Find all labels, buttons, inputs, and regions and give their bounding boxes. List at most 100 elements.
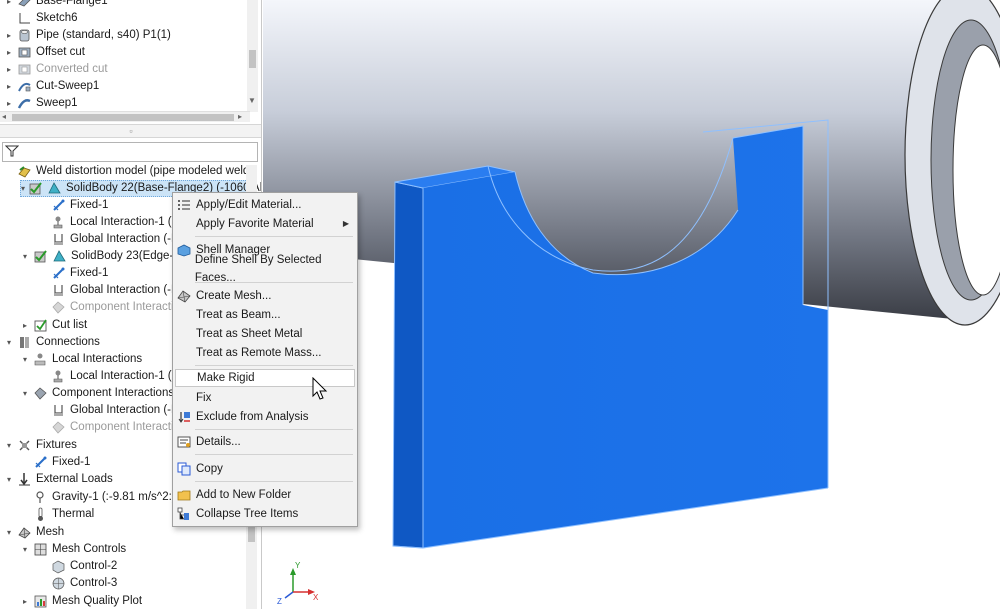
tree-item-label: Thermal xyxy=(52,508,95,520)
tree-item-study[interactable]: ▸ Weld distortion model (pipe modeled we… xyxy=(4,163,253,180)
collapse-arrow-icon[interactable]: ▾ xyxy=(4,524,14,541)
tree-item-external-loads[interactable]: ▾ External Loads xyxy=(4,471,113,488)
tree-item-offset-cut[interactable]: ▸ Offset cut xyxy=(4,44,85,61)
menu-define-shell[interactable]: Define Shell By Selected Faces... xyxy=(175,254,355,284)
menu-add-to-new-folder[interactable]: Add to New Folder xyxy=(175,486,355,504)
graphics-viewport[interactable]: Y X Z xyxy=(263,0,1000,609)
svg-text:Y: Y xyxy=(295,561,301,570)
menu-fix[interactable]: Fix xyxy=(175,389,355,407)
tree-item-thermal[interactable]: ▸ Thermal xyxy=(20,506,94,523)
tree-item-mesh-controls[interactable]: ▾ Mesh Controls xyxy=(20,541,126,558)
collapse-arrow-icon[interactable]: ▾ xyxy=(21,180,25,197)
menu-copy[interactable]: Copy xyxy=(175,460,355,478)
tree-item-sketch6[interactable]: ▸ Sketch6 xyxy=(4,10,78,27)
menu-treat-as-beam[interactable]: Treat as Beam... xyxy=(175,306,355,324)
tree-item-pipe[interactable]: ▸ Pipe (standard, s40) P1(1) xyxy=(4,27,171,44)
tree-item-component-interaction[interactable]: ▸ Component Interaction- xyxy=(38,299,190,316)
tree-item-fixed-1[interactable]: ▸ Fixed-1 xyxy=(38,197,108,214)
tree-item-local-interaction[interactable]: ▸ Local Interaction-1 (-Cor xyxy=(38,214,194,231)
tree-item-fixed-1b[interactable]: ▸ Fixed-1 xyxy=(38,265,108,282)
expand-arrow-icon[interactable]: ▸ xyxy=(4,95,14,112)
tree-item-gravity[interactable]: ▸ Gravity-1 (:-9.81 m/s^2:) xyxy=(20,489,176,506)
menu-treat-as-sheet-metal[interactable]: Treat as Sheet Metal xyxy=(175,325,355,343)
sweep-icon xyxy=(17,96,32,111)
cut-icon xyxy=(17,62,32,77)
expand-arrow-icon[interactable]: ▸ xyxy=(4,61,14,78)
menu-item-label: Treat as Sheet Metal xyxy=(196,328,303,340)
tree-item-mesh-quality-plot[interactable]: ▸ Mesh Quality Plot xyxy=(20,593,142,609)
tree-item-fixtures-fixed-1[interactable]: ▸ Fixed-1 xyxy=(20,454,90,471)
collapse-arrow-icon[interactable]: ▾ xyxy=(4,437,14,454)
expand-arrow-icon[interactable]: ▸ xyxy=(20,593,30,609)
tree-item-label: Sketch6 xyxy=(36,12,78,24)
menu-apply-favorite-material[interactable]: Apply Favorite Material ▶ xyxy=(175,215,355,233)
filter-icon[interactable] xyxy=(4,144,20,161)
tree-item-component-interaction-c[interactable]: ▸ Component Interaction- xyxy=(38,419,190,436)
menu-separator xyxy=(195,454,353,455)
expand-arrow-icon[interactable]: ▸ xyxy=(20,317,30,334)
tree-item-connections[interactable]: ▾ Connections xyxy=(4,334,100,351)
tree-filter-input[interactable] xyxy=(2,142,258,162)
tree-item-base-flange1[interactable]: ▸ Base-Flange1 xyxy=(4,0,108,10)
collapse-arrow-icon[interactable]: ▾ xyxy=(4,334,14,351)
collapse-arrow-icon[interactable]: ▾ xyxy=(20,351,30,368)
gravity-icon xyxy=(33,490,48,505)
fixed-geometry-icon xyxy=(51,266,66,281)
menu-separator xyxy=(195,481,353,482)
solid-body-icon xyxy=(47,181,62,196)
tree-item-label: Offset cut xyxy=(36,46,86,58)
tree-item-cut-sweep1[interactable]: ▸ Cut-Sweep1 xyxy=(4,78,99,95)
scrollbar-thumb[interactable] xyxy=(12,114,234,121)
panel-splitter[interactable]: ▫ xyxy=(0,124,261,138)
mouse-cursor-icon xyxy=(312,377,328,400)
collapse-arrow-icon[interactable]: ▾ xyxy=(20,541,30,558)
tree-item-component-interactions[interactable]: ▾ Component Interactions xyxy=(20,385,174,402)
tree-item-converted-cut[interactable]: ▸ Converted cut xyxy=(4,61,108,78)
menu-create-mesh[interactable]: Create Mesh... xyxy=(175,287,355,305)
expand-arrow-icon[interactable]: ▸ xyxy=(4,27,14,44)
tree-item-sweep1[interactable]: ▸ Sweep1 xyxy=(4,95,78,112)
menu-separator xyxy=(195,236,353,237)
tree-item-cut-list[interactable]: ▸ Cut list xyxy=(20,317,87,334)
menu-make-rigid[interactable]: Make Rigid xyxy=(175,369,355,387)
menu-item-label: Fix xyxy=(196,392,212,404)
cut-list-icon xyxy=(33,318,48,333)
scroll-right-icon[interactable]: ▸ xyxy=(238,112,242,121)
menu-treat-as-remote-mass[interactable]: Treat as Remote Mass... xyxy=(175,344,355,362)
collapse-tree-icon xyxy=(175,505,193,523)
tree-item-control-3[interactable]: ▸ Control-3 xyxy=(38,575,117,592)
expand-arrow-icon[interactable]: ▸ xyxy=(4,44,14,61)
feature-tree-horizontal-scrollbar[interactable]: ◂ ▸ xyxy=(0,111,250,122)
model-view: Y X Z xyxy=(263,0,1000,606)
tree-item-control-2[interactable]: ▸ Control-2 xyxy=(38,558,117,575)
tree-item-label: Component Interactions xyxy=(52,387,175,399)
tree-item-fixtures[interactable]: ▾ Fixtures xyxy=(4,437,77,454)
scroll-down-icon[interactable]: ▼ xyxy=(248,96,256,105)
menu-item-label: Details... xyxy=(196,436,241,448)
menu-apply-edit-material[interactable]: Apply/Edit Material... xyxy=(175,196,355,214)
menu-item-label: Collapse Tree Items xyxy=(196,508,299,520)
tree-item-label: Control-3 xyxy=(70,577,118,589)
menu-item-label: Exclude from Analysis xyxy=(196,411,309,423)
collapse-arrow-icon[interactable]: ▾ xyxy=(20,385,30,402)
tree-item-mesh[interactable]: ▾ Mesh xyxy=(4,524,64,541)
expand-arrow-icon[interactable]: ▸ xyxy=(4,0,14,10)
menu-details[interactable]: Details... xyxy=(175,433,355,451)
menu-collapse-tree-items[interactable]: Collapse Tree Items xyxy=(175,505,355,523)
interaction-icon xyxy=(51,369,66,384)
component-interaction-icon xyxy=(51,420,66,435)
menu-exclude-from-analysis[interactable]: Exclude from Analysis xyxy=(175,408,355,426)
mesh-control-icon xyxy=(51,576,66,591)
tree-item-local-interactions[interactable]: ▾ Local Interactions xyxy=(20,351,142,368)
scrollbar-thumb[interactable] xyxy=(249,50,256,68)
collapse-arrow-icon[interactable]: ▾ xyxy=(4,471,14,488)
mesh-control-icon xyxy=(51,559,66,574)
tree-item-label: Control-2 xyxy=(70,560,118,572)
collapse-arrow-icon[interactable]: ▾ xyxy=(20,248,30,265)
folder-icon xyxy=(175,486,193,504)
tree-item-label: Cut-Sweep1 xyxy=(36,80,100,92)
expand-arrow-icon[interactable]: ▸ xyxy=(4,78,14,95)
scroll-left-icon[interactable]: ◂ xyxy=(2,112,6,121)
tree-item-local-interaction-c[interactable]: ▸ Local Interaction-1 (-Cor xyxy=(38,368,194,385)
feature-tree-vertical-scrollbar[interactable]: ▼ xyxy=(247,0,258,112)
